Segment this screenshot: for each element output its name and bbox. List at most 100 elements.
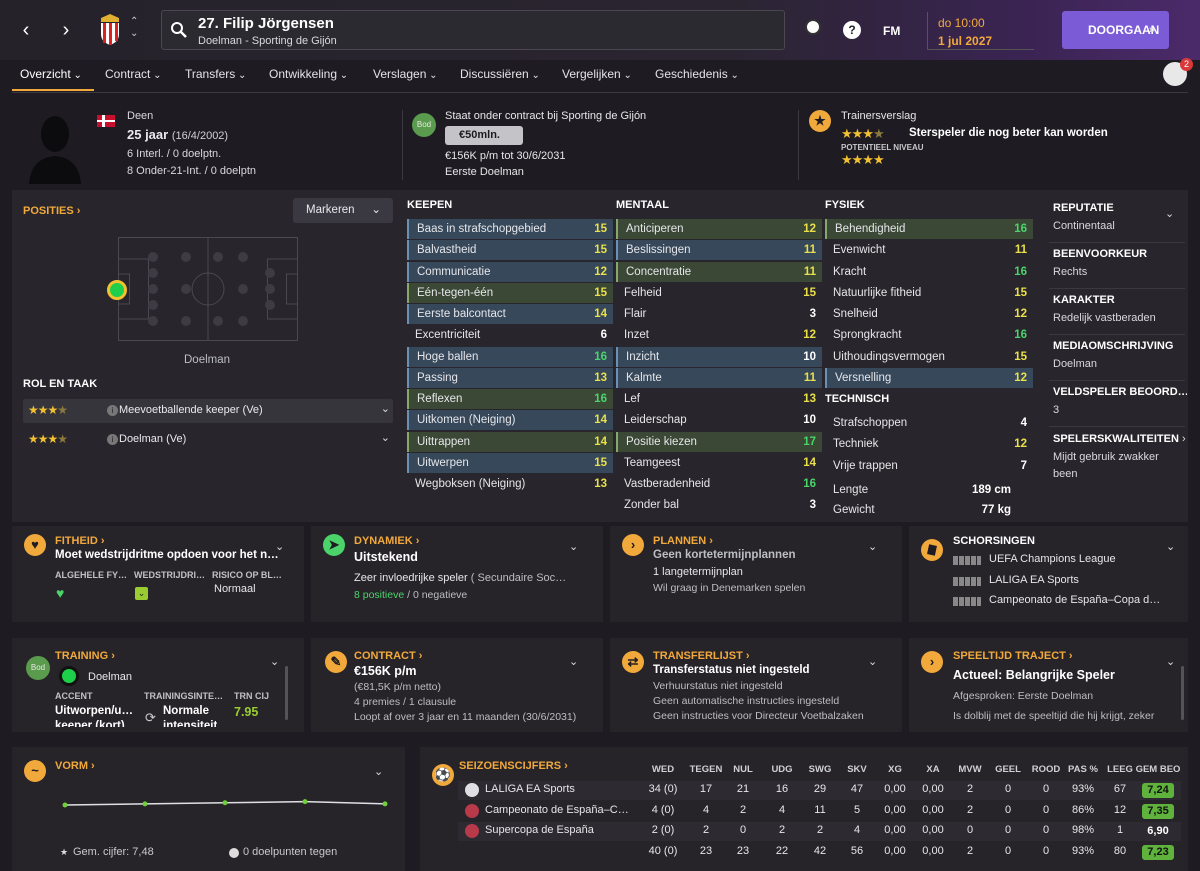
attribute-row[interactable]: Techniek 12 bbox=[825, 434, 1033, 454]
tab-5[interactable]: Discussiëren ⌄ bbox=[460, 67, 540, 81]
attribute-row[interactable]: Uithoudingsvermogen 15 bbox=[825, 347, 1033, 367]
chevron-right-icon[interactable]: › bbox=[1182, 433, 1186, 445]
attribute-row[interactable]: Versnelling 12 bbox=[825, 367, 1033, 388]
club-switch-icon[interactable]: ⌃ ⌄ bbox=[130, 16, 138, 40]
tab-4[interactable]: Verslagen ⌄ bbox=[373, 67, 438, 81]
chevron-down-icon[interactable]: ⌄ bbox=[1165, 207, 1174, 220]
attribute-row[interactable]: Zonder bal 3 bbox=[616, 495, 822, 515]
tab-3[interactable]: Ontwikkeling ⌄ bbox=[269, 67, 348, 81]
attribute-row[interactable]: Leiderschap 10 bbox=[616, 410, 822, 430]
attribute-row[interactable]: Kalmte 11 bbox=[616, 367, 822, 388]
form-title[interactable]: VORM › bbox=[55, 760, 95, 772]
info-icon[interactable]: i bbox=[107, 434, 118, 445]
tab-1[interactable]: Contract ⌄ bbox=[105, 67, 162, 81]
attribute-row[interactable]: Communicatie 12 bbox=[407, 261, 613, 282]
chevron-down-icon[interactable]: ⌄ bbox=[1166, 540, 1175, 553]
attribute-row[interactable]: Uitkomen (Neiging) 14 bbox=[407, 410, 613, 431]
plans-title[interactable]: PLANNEN › bbox=[653, 535, 713, 547]
tab-6[interactable]: Vergelijken ⌄ bbox=[562, 67, 632, 81]
training-title[interactable]: TRAINING › bbox=[55, 650, 115, 662]
season-title[interactable]: SEIZOENSCIJFERS › bbox=[459, 760, 568, 772]
positions-title[interactable]: POSITIES › bbox=[23, 205, 80, 217]
competition-name[interactable]: LALIGA EA Sports bbox=[485, 783, 630, 795]
chevron-down-icon[interactable]: ⌄ bbox=[381, 402, 390, 415]
attribute-row[interactable]: Hoge ballen 16 bbox=[407, 346, 613, 367]
tab-7[interactable]: Geschiedenis ⌄ bbox=[655, 67, 739, 81]
attribute-row[interactable]: Felheid 15 bbox=[616, 283, 822, 303]
attribute-row[interactable]: Kracht 16 bbox=[825, 262, 1033, 282]
transfer-title[interactable]: TRANSFERLIJST › bbox=[653, 650, 750, 662]
attribute-row[interactable]: Positie kiezen 17 bbox=[616, 431, 822, 452]
chevron-down-icon[interactable]: ⌄ bbox=[868, 655, 877, 668]
club-crest-icon[interactable] bbox=[97, 12, 123, 46]
attribute-row[interactable]: Flair 3 bbox=[616, 304, 822, 324]
chevron-down-icon[interactable]: ⌄ bbox=[1166, 655, 1175, 668]
coach-report-title[interactable]: Trainersverslag bbox=[841, 110, 916, 122]
competition-name[interactable]: Supercopa de España bbox=[485, 824, 630, 836]
attribute-row[interactable]: Concentratie 11 bbox=[616, 261, 822, 282]
competition-name[interactable]: Campeonato de España–C… bbox=[485, 804, 630, 816]
attribute-row[interactable]: Uitwerpen 15 bbox=[407, 452, 613, 473]
info-key[interactable]: VELDSPELER BEOORD… bbox=[1053, 386, 1187, 398]
chevron-down-icon[interactable]: ⌄ bbox=[569, 655, 578, 668]
attribute-row[interactable]: Lef 13 bbox=[616, 389, 822, 409]
attribute-row[interactable]: Excentriciteit 6 bbox=[407, 325, 613, 345]
attribute-row[interactable]: Uittrappen 14 bbox=[407, 431, 613, 452]
chevron-down-icon[interactable]: ⌄ bbox=[868, 540, 877, 553]
attribute-row[interactable]: Sprongkracht 16 bbox=[825, 325, 1033, 345]
back-arrow-icon[interactable]: ‹ bbox=[18, 20, 34, 40]
attribute-row[interactable]: Eén-tegen-één 15 bbox=[407, 282, 613, 303]
form-point[interactable] bbox=[302, 799, 308, 805]
forward-arrow-icon[interactable]: › bbox=[58, 20, 74, 40]
attribute-row[interactable]: Inzet 12 bbox=[616, 325, 822, 345]
attribute-row[interactable]: Teamgeest 14 bbox=[616, 453, 822, 473]
attribute-row[interactable]: Strafschoppen 4 bbox=[825, 413, 1033, 433]
player-search-box[interactable]: 27. Filip Jörgensen Doelman - Sporting d… bbox=[161, 10, 785, 50]
attribute-row[interactable]: Reflexen 16 bbox=[407, 389, 613, 409]
info-key[interactable]: KARAKTER bbox=[1053, 294, 1187, 306]
contract-title[interactable]: CONTRACT › bbox=[354, 650, 422, 662]
attribute-row[interactable]: Behendigheid 16 bbox=[825, 219, 1033, 239]
attribute-row[interactable]: Natuurlijke fitheid 15 bbox=[825, 283, 1033, 303]
social-feed-icon[interactable]: 2 bbox=[1163, 58, 1193, 86]
fm-logo-icon[interactable]: FM bbox=[883, 24, 900, 38]
info-key[interactable]: BEENVOORKEUR bbox=[1053, 248, 1187, 260]
attribute-row[interactable]: Eerste balcontact 14 bbox=[407, 304, 613, 324]
role-row[interactable]: ★★★★ i Doelman (Ve) ⌄ bbox=[23, 428, 393, 452]
form-point[interactable] bbox=[142, 801, 148, 807]
scrollbar[interactable] bbox=[1181, 666, 1184, 720]
attribute-row[interactable]: Inzicht 10 bbox=[616, 346, 822, 367]
ball-icon[interactable] bbox=[805, 19, 821, 35]
fitness-title[interactable]: FITHEID › bbox=[55, 535, 105, 547]
attribute-row[interactable]: Beslissingen 11 bbox=[616, 240, 822, 261]
chevron-down-icon[interactable]: ⌄ bbox=[275, 540, 284, 553]
role-row[interactable]: ★★★★ i Meevoetballende keeper (Ve) ⌄ bbox=[23, 399, 393, 423]
tab-2[interactable]: Transfers ⌄ bbox=[185, 67, 246, 81]
chevron-down-icon[interactable]: ⌄ bbox=[381, 431, 390, 444]
form-point[interactable] bbox=[62, 802, 68, 808]
info-key[interactable]: SPELERSKWALITEITEN bbox=[1053, 433, 1187, 445]
attribute-row[interactable]: Baas in strafschopgebied 15 bbox=[407, 219, 613, 239]
info-key[interactable]: MEDIAOMSCHRIJVING bbox=[1053, 340, 1187, 352]
attribute-row[interactable]: Passing 13 bbox=[407, 367, 613, 388]
mark-dropdown[interactable]: Markeren ⌄ bbox=[293, 198, 393, 223]
chevron-down-icon[interactable]: ⌄ bbox=[374, 765, 383, 778]
season-col-header[interactable]: GEM BEO bbox=[1133, 764, 1183, 775]
attribute-row[interactable]: Vastberadenheid 16 bbox=[616, 474, 822, 494]
info-icon[interactable]: i bbox=[107, 405, 118, 416]
playtime-title[interactable]: SPEELTIJD TRAJECT › bbox=[953, 650, 1073, 662]
form-point[interactable] bbox=[222, 800, 228, 806]
scrollbar[interactable] bbox=[285, 666, 288, 720]
attribute-row[interactable]: Wegboksen (Neiging) 13 bbox=[407, 474, 613, 494]
continue-button[interactable]: DOORGAAN» bbox=[1062, 11, 1169, 49]
help-icon[interactable]: ? bbox=[843, 21, 861, 39]
dynamics-title[interactable]: DYNAMIEK › bbox=[354, 535, 419, 547]
tab-0[interactable]: Overzicht ⌄ bbox=[20, 67, 82, 81]
game-date[interactable]: do 10:00 1 jul 2027 bbox=[927, 12, 1034, 50]
attribute-row[interactable]: Vrije trappen 7 bbox=[825, 456, 1033, 476]
attribute-row[interactable]: Snelheid 12 bbox=[825, 304, 1033, 324]
chevron-down-icon[interactable]: ⌄ bbox=[569, 540, 578, 553]
attribute-row[interactable]: Evenwicht 11 bbox=[825, 240, 1033, 260]
attribute-row[interactable]: Balvastheid 15 bbox=[407, 240, 613, 261]
attribute-row[interactable]: Anticiperen 12 bbox=[616, 219, 822, 239]
